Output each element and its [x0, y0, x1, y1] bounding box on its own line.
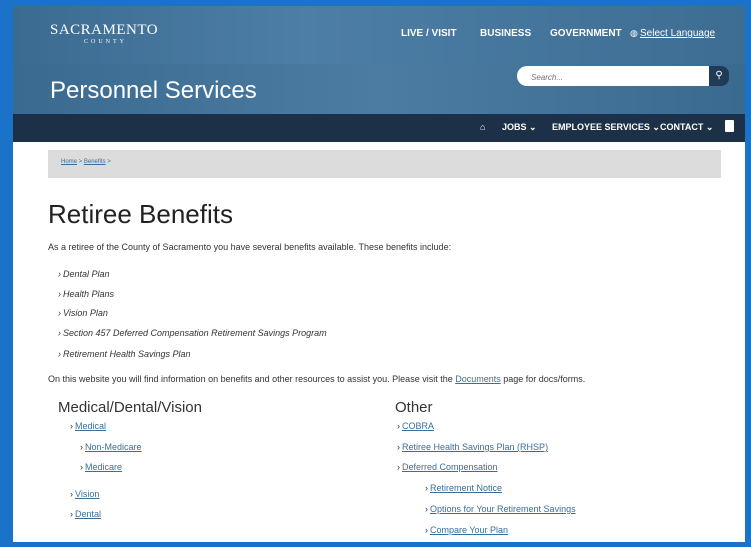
link-medicare-text[interactable]: Medicare [85, 462, 122, 472]
medical-dental-vision-heading: Medical/Dental/Vision [58, 399, 202, 416]
link-vision-text[interactable]: Vision [75, 489, 99, 499]
chevron-right-icon: › [58, 328, 61, 338]
search-button[interactable]: ⚲ [709, 66, 729, 86]
county-logo[interactable]: SACRAMENTO COUNTY [50, 22, 159, 45]
link-dental-text[interactable]: Dental [75, 509, 101, 519]
other-heading: Other [395, 399, 433, 416]
link-non-medicare[interactable]: › Non-Medicare [80, 442, 142, 452]
link-vision[interactable]: › Vision [70, 489, 99, 499]
document-icon[interactable] [725, 120, 734, 132]
link-retirement-notice[interactable]: › Retirement Notice [425, 483, 502, 493]
link-compare-your-plan-text[interactable]: Compare Your Plan [430, 525, 508, 535]
benefit-item: › Retirement Health Savings Plan [58, 349, 191, 359]
home-icon[interactable]: ⌂ [480, 122, 485, 132]
outro-before: On this website you will find informatio… [48, 374, 456, 384]
link-medical-text[interactable]: Medical [75, 421, 106, 431]
chevron-right-icon: › [70, 489, 73, 499]
link-cobra[interactable]: › COBRA [397, 421, 434, 431]
chevron-right-icon: › [80, 442, 83, 452]
search-input[interactable] [529, 66, 693, 88]
site-title[interactable]: Personnel Services [50, 77, 257, 105]
benefit-item: › Dental Plan [58, 269, 110, 279]
topnav-government[interactable]: GOVERNMENT [550, 28, 622, 39]
logo-sub: COUNTY [84, 39, 127, 45]
topnav-business[interactable]: BUSINESS [480, 28, 531, 39]
link-compare-your-plan[interactable]: › Compare Your Plan [425, 525, 508, 535]
breadcrumb-home[interactable]: Home [61, 159, 77, 165]
topnav-live-visit[interactable]: LIVE / VISIT [401, 28, 457, 39]
nav-jobs[interactable]: JOBS ⌄ [502, 122, 537, 133]
link-deferred-compensation-text[interactable]: Deferred Compensation [402, 462, 498, 472]
breadcrumb: Home > Benefits > [48, 150, 721, 178]
link-retirement-notice-text[interactable]: Retirement Notice [430, 483, 502, 493]
breadcrumb-trail: Home > Benefits > [61, 159, 111, 165]
link-medicare[interactable]: › Medicare [80, 462, 122, 472]
link-options-retirement-savings[interactable]: › Options for Your Retirement Savings [425, 504, 576, 514]
link-options-retirement-savings-text[interactable]: Options for Your Retirement Savings [430, 504, 576, 514]
benefit-label: Dental Plan [63, 269, 110, 279]
chevron-right-icon: › [425, 504, 428, 514]
select-language-link[interactable]: Select Language [640, 28, 715, 39]
intro-text: As a retiree of the County of Sacramento… [48, 242, 452, 252]
benefit-item: › Vision Plan [58, 308, 108, 318]
main-nav: ⌂ JOBS ⌄ EMPLOYEE SERVICES ⌄ CONTACT ⌄ [13, 114, 745, 142]
link-cobra-text[interactable]: COBRA [402, 421, 434, 431]
link-rhsp-text[interactable]: Retiree Health Savings Plan (RHSP) [402, 442, 548, 452]
benefit-label: Section 457 Deferred Compensation Retire… [63, 328, 327, 338]
benefit-label: Vision Plan [63, 308, 108, 318]
browser-page: SACRAMENTO COUNTY LIVE / VISIT BUSINESS … [13, 6, 745, 542]
link-medical[interactable]: › Medical [70, 421, 106, 431]
benefit-item: › Health Plans [58, 289, 114, 299]
link-deferred-compensation[interactable]: › Deferred Compensation [397, 462, 498, 472]
benefit-label: Health Plans [63, 289, 115, 299]
search-box[interactable] [517, 66, 709, 88]
outro-text: On this website you will find informatio… [48, 374, 585, 384]
link-non-medicare-text[interactable]: Non-Medicare [85, 442, 142, 452]
chevron-right-icon: › [397, 442, 400, 452]
chevron-right-icon: › [58, 269, 61, 279]
chevron-right-icon: › [70, 421, 73, 431]
page-title: Retiree Benefits [48, 199, 233, 229]
globe-icon: ◍ [630, 28, 638, 38]
breadcrumb-sep: > [77, 159, 84, 165]
benefit-label: Retirement Health Savings Plan [63, 349, 191, 359]
link-dental[interactable]: › Dental [70, 509, 101, 519]
chevron-right-icon: › [58, 349, 61, 359]
benefit-item: › Section 457 Deferred Compensation Retir… [58, 328, 327, 338]
documents-link[interactable]: Documents [455, 374, 501, 384]
chevron-right-icon: › [397, 421, 400, 431]
chevron-right-icon: › [58, 308, 61, 318]
link-rhsp[interactable]: › Retiree Health Savings Plan (RHSP) [397, 442, 548, 452]
chevron-right-icon: › [425, 483, 428, 493]
nav-contact[interactable]: CONTACT ⌄ [660, 122, 713, 133]
chevron-right-icon: › [425, 525, 428, 535]
logo-text: SACRAMENTO [50, 22, 159, 38]
search-icon: ⚲ [715, 70, 723, 81]
nav-employee-services[interactable]: EMPLOYEE SERVICES ⌄ [552, 122, 660, 133]
chevron-right-icon: › [58, 289, 61, 299]
chevron-right-icon: › [70, 509, 73, 519]
breadcrumb-sep: > [105, 159, 111, 165]
breadcrumb-benefits[interactable]: Benefits [84, 159, 106, 165]
chevron-right-icon: › [80, 462, 83, 472]
outro-after: page for docs/forms. [500, 374, 586, 384]
chevron-right-icon: › [397, 462, 400, 472]
